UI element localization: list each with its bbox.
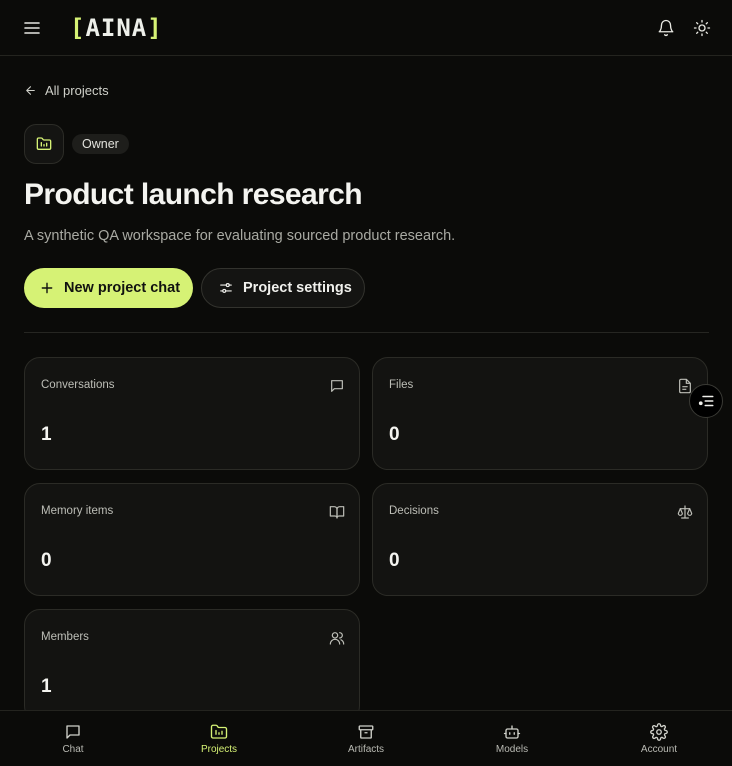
top-bar: [ AINA ] bbox=[0, 0, 732, 56]
stat-card-decisions[interactable]: Decisions 0 bbox=[372, 483, 708, 596]
scale-icon bbox=[677, 505, 693, 519]
brand-name: AINA bbox=[85, 14, 148, 42]
stat-value: 0 bbox=[389, 424, 400, 445]
back-to-projects-link[interactable]: All projects bbox=[24, 80, 109, 100]
brand-logo[interactable]: [ AINA ] bbox=[70, 12, 163, 44]
chat-bubble-icon bbox=[66, 725, 80, 739]
notifications-button[interactable] bbox=[654, 16, 678, 40]
nav-item-models[interactable]: Models bbox=[462, 711, 562, 766]
hamburger-icon bbox=[24, 22, 40, 34]
stat-card-members[interactable]: Members 1 bbox=[24, 609, 360, 722]
bell-icon bbox=[658, 19, 674, 37]
nav-label-projects: Projects bbox=[200, 744, 238, 755]
chat-bubble-icon bbox=[331, 380, 343, 392]
stat-value: 0 bbox=[41, 550, 52, 571]
nav-item-account[interactable]: Account bbox=[609, 711, 709, 766]
project-avatar bbox=[24, 124, 64, 164]
nav-label-models: Models bbox=[495, 744, 529, 755]
gear-icon bbox=[650, 723, 668, 741]
nav-item-projects[interactable]: Projects bbox=[169, 711, 269, 766]
folder-chart-icon bbox=[36, 137, 52, 150]
project-description: A synthetic QA workspace for evaluating … bbox=[24, 228, 456, 244]
stat-card-files[interactable]: Files 0 bbox=[372, 357, 708, 470]
users-icon bbox=[329, 632, 345, 645]
project-title: Product launch research bbox=[24, 178, 363, 211]
list-icon bbox=[698, 395, 714, 407]
nav-item-chat[interactable]: Chat bbox=[23, 711, 123, 766]
sliders-icon bbox=[220, 283, 232, 293]
stat-value: 1 bbox=[41, 676, 52, 697]
stat-card-memory-items[interactable]: Memory items 0 bbox=[24, 483, 360, 596]
nav-item-artifacts[interactable]: Artifacts bbox=[316, 711, 416, 766]
sun-icon bbox=[693, 19, 711, 37]
section-divider bbox=[24, 332, 709, 333]
plus-icon bbox=[41, 282, 53, 294]
new-project-chat-button[interactable]: New project chat bbox=[24, 268, 193, 308]
stat-label: Decisions bbox=[389, 505, 439, 517]
brand-bracket-left: [ bbox=[70, 14, 86, 42]
project-settings-button[interactable]: Project settings bbox=[201, 268, 365, 308]
arrow-left-icon bbox=[26, 85, 35, 95]
stat-value: 1 bbox=[41, 424, 52, 445]
stat-label: Conversations bbox=[41, 379, 115, 391]
project-overview-page: [ AINA ] All projects Owner Product laun… bbox=[0, 0, 732, 766]
stat-value: 0 bbox=[389, 550, 400, 571]
bottom-navigation: Chat Projects Artifacts Models Account bbox=[0, 710, 732, 766]
book-icon bbox=[329, 506, 345, 519]
stat-label: Files bbox=[389, 379, 414, 391]
archive-icon bbox=[358, 725, 374, 739]
brand-bracket-right: ] bbox=[147, 14, 163, 42]
nav-label-chat: Chat bbox=[62, 744, 84, 755]
robot-icon bbox=[503, 725, 521, 739]
outline-toggle-button[interactable] bbox=[689, 384, 723, 418]
menu-button[interactable] bbox=[20, 16, 44, 40]
back-link-label: All projects bbox=[45, 82, 109, 98]
project-settings-label: Project settings bbox=[243, 280, 352, 296]
stat-label: Memory items bbox=[41, 505, 114, 517]
theme-toggle-button[interactable] bbox=[690, 16, 714, 40]
nav-label-artifacts: Artifacts bbox=[347, 744, 385, 755]
folder-chart-icon bbox=[210, 724, 228, 739]
stat-label: Members bbox=[41, 631, 89, 643]
nav-label-account: Account bbox=[640, 744, 678, 755]
new-project-chat-label: New project chat bbox=[64, 280, 181, 296]
stat-card-conversations[interactable]: Conversations 1 bbox=[24, 357, 360, 470]
role-badge: Owner bbox=[72, 134, 129, 154]
